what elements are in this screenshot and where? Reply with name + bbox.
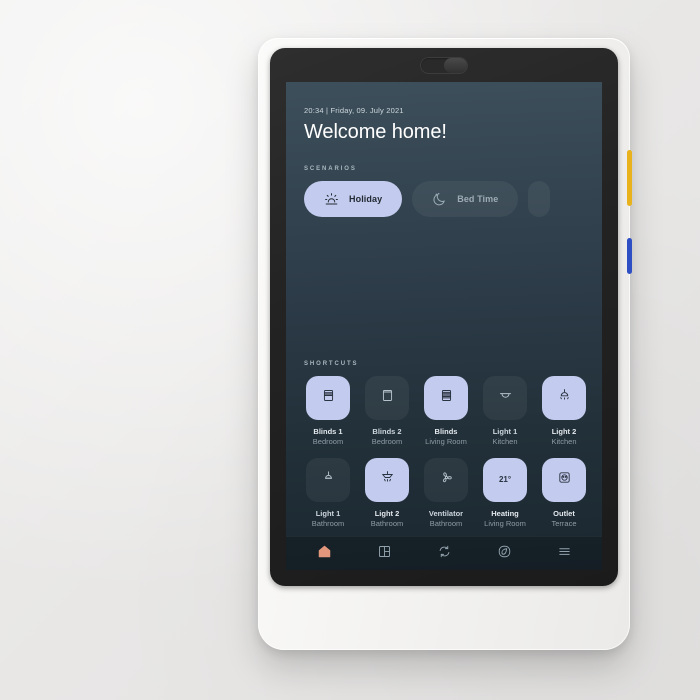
scenario-holiday[interactable]: Holiday [304, 181, 403, 217]
camera-shutter-slider[interactable] [420, 57, 468, 74]
blinds-half-icon [321, 388, 336, 408]
app-content: 20:34 | Friday, 09. July 2021 Welcome ho… [286, 82, 602, 536]
tile-icon[interactable]: 21° [483, 457, 527, 502]
tile-icon[interactable] [306, 457, 350, 502]
tablet-screen: 20:34 | Friday, 09. July 2021 Welcome ho… [286, 82, 602, 570]
bottom-navigation [286, 536, 602, 570]
nav-energy[interactable] [487, 537, 521, 571]
shortcut-ventilator-bathroom[interactable]: Ventilator Bathroom [422, 457, 470, 530]
scenario-partial[interactable] [528, 181, 551, 217]
shortcut-blinds-1-bedroom[interactable]: Blinds 1 Bedroom [304, 376, 352, 448]
tile-name: Ventilator [428, 508, 464, 518]
sync-icon [437, 544, 452, 564]
tile-name: Light 1 [492, 427, 518, 436]
nav-menu[interactable] [547, 537, 581, 571]
shortcut-blinds-living-room[interactable]: Blinds Living Room [422, 376, 470, 448]
tile-icon[interactable] [365, 376, 409, 420]
temperature-value: 21° [498, 475, 512, 484]
sunrise-icon [324, 192, 339, 207]
tile-room: Bedroom [312, 437, 344, 447]
timestamp: 20:34 | Friday, 09. July 2021 [304, 106, 404, 115]
tile-room: Kitchen [551, 437, 577, 447]
tile-room: Bathroom [429, 518, 463, 528]
tile-room: Terrace [551, 518, 577, 528]
scenarios-section-label: SCENARIOS [304, 166, 357, 172]
yellow-side-button[interactable] [627, 150, 632, 206]
ceiling-lamp-icon [498, 388, 513, 408]
shortcut-light-1-bathroom[interactable]: Light 1 Bathroom [304, 457, 352, 530]
tile-room: Kitchen [492, 437, 518, 447]
leaf-icon [497, 544, 512, 564]
tile-name: Blinds 2 [372, 427, 402, 436]
power-socket-icon [557, 470, 572, 490]
tile-name: Blinds 1 [313, 427, 343, 436]
smart-home-app: 20:34 | Friday, 09. July 2021 Welcome ho… [286, 82, 602, 570]
spotlight-icon [380, 470, 395, 490]
blinds-closed-icon [439, 388, 454, 408]
smart-home-tablet-device: 20:34 | Friday, 09. July 2021 Welcome ho… [258, 38, 632, 650]
moon-icon [432, 192, 447, 207]
shortcuts-section-label: SHORTCUTS [304, 361, 359, 367]
shortcut-light-1-kitchen[interactable]: Light 1 Kitchen [481, 376, 529, 448]
tile-name: Heating [491, 508, 519, 518]
grid-icon [377, 544, 392, 564]
tile-icon[interactable] [424, 457, 468, 502]
tile-icon[interactable] [483, 376, 527, 420]
scenario-label: Bed Time [457, 194, 499, 204]
home-icon [317, 544, 332, 564]
tile-icon[interactable] [542, 457, 586, 502]
tile-room: Bathroom [370, 518, 404, 528]
tile-name: Light 2 [374, 508, 400, 518]
tile-room: Bathroom [311, 518, 345, 528]
hamburger-menu-icon [557, 544, 572, 564]
shortcuts-grid: Blinds 1 Bedroom Blinds 2 Bedroom Blinds… [304, 376, 602, 529]
shortcut-light-2-bathroom[interactable]: Light 2 Bathroom [363, 457, 411, 530]
tile-name: Light 1 [315, 508, 341, 518]
fan-icon [439, 470, 454, 490]
pendant-lamp-icon [557, 388, 572, 408]
tile-name: Outlet [553, 508, 575, 518]
nav-automations[interactable] [427, 537, 461, 571]
nav-home[interactable] [307, 537, 341, 571]
scenarios-list: Holiday Bed Time [304, 181, 602, 217]
tile-icon[interactable] [542, 376, 586, 420]
tile-room: Living Room [425, 437, 467, 447]
tile-name: Blinds [434, 427, 458, 436]
tile-icon[interactable] [306, 376, 350, 420]
shortcut-light-2-kitchen[interactable]: Light 2 Kitchen [540, 376, 588, 448]
tile-room: Living Room [484, 518, 526, 528]
blue-side-button[interactable] [627, 238, 632, 274]
tile-icon[interactable] [365, 457, 409, 502]
nav-rooms[interactable] [367, 537, 401, 571]
shortcut-heating-living-room[interactable]: 21° Heating Living Room [481, 457, 529, 530]
tile-room: Bedroom [371, 437, 403, 447]
ceiling-lamp-icon [321, 470, 336, 490]
scenario-bed-time[interactable]: Bed Time [412, 181, 519, 217]
shutter-knob[interactable] [444, 58, 467, 73]
page-title: Welcome home! [304, 121, 447, 143]
device-bezel: 20:34 | Friday, 09. July 2021 Welcome ho… [270, 48, 618, 586]
shortcut-outlet-terrace[interactable]: Outlet Terrace [540, 457, 588, 530]
scenario-label: Holiday [349, 194, 383, 204]
blinds-open-icon [380, 388, 395, 408]
shortcut-blinds-2-bedroom[interactable]: Blinds 2 Bedroom [363, 376, 411, 448]
shortcuts-section: SHORTCUTS Blinds 1 Bedroom Blinds 2 Bedr… [304, 361, 602, 529]
tile-icon[interactable] [424, 376, 468, 420]
tile-name: Light 2 [551, 427, 577, 436]
